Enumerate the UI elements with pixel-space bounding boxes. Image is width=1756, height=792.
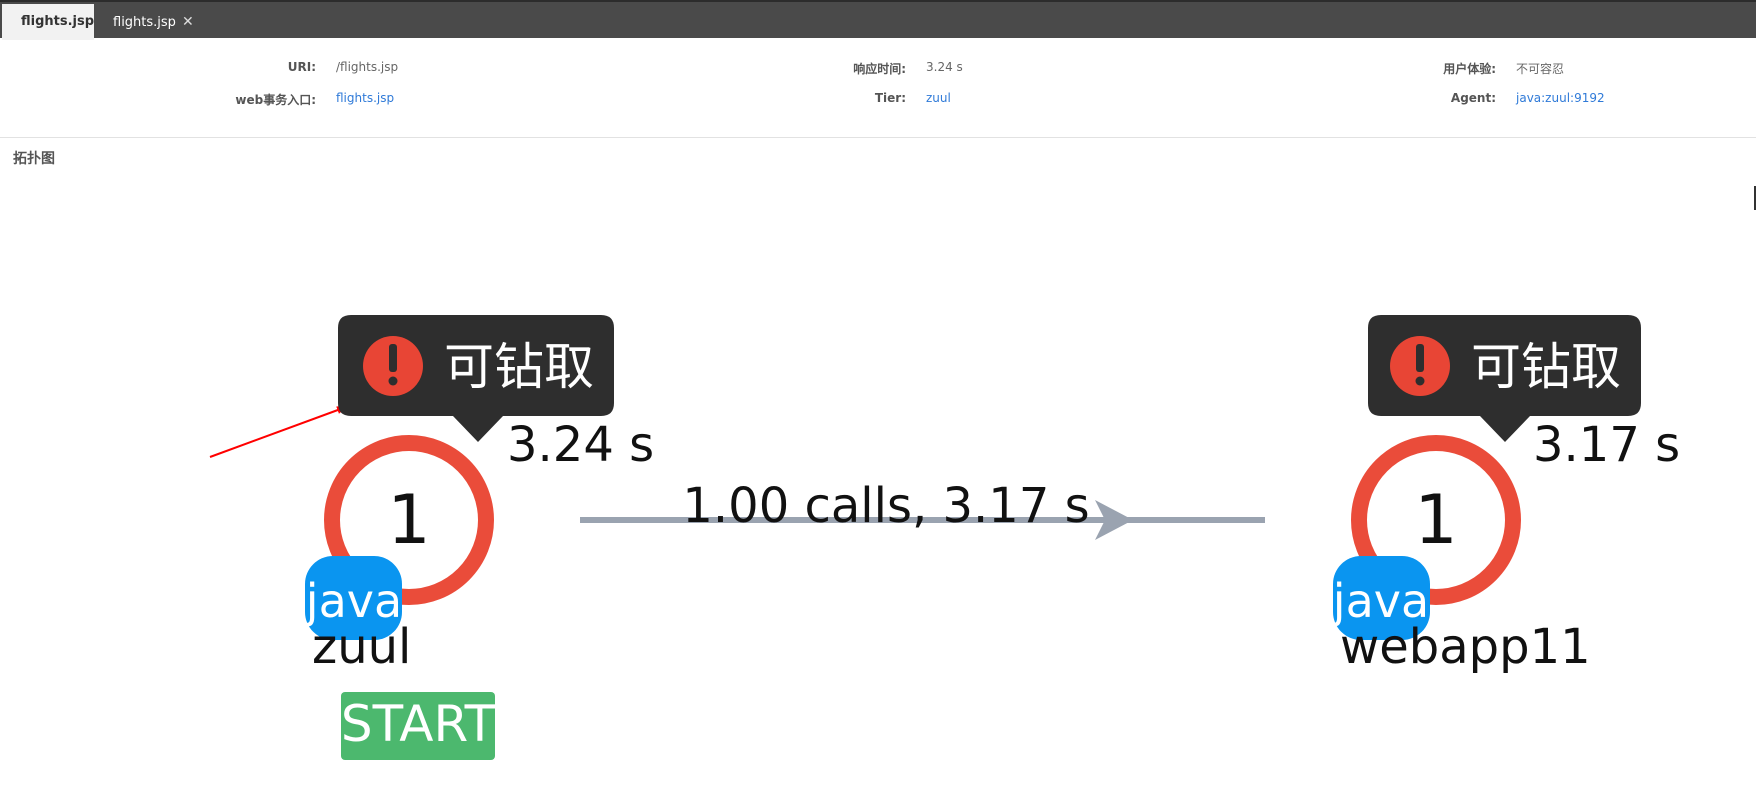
node-count: 1: [387, 481, 430, 560]
node-time: 3.24 s: [507, 417, 654, 473]
annotation-arrow: [209, 406, 347, 458]
tooltip-label: 可钻取: [1471, 338, 1621, 396]
node-count: 1: [1414, 481, 1457, 560]
call-edge[interactable]: 1.00 calls, 3.17 s: [580, 478, 1265, 540]
tooltip-label: 可钻取: [444, 338, 594, 396]
edge-label: 1.00 calls, 3.17 s: [682, 478, 1089, 534]
topology-diagram: 1.00 calls, 3.17 s 1 java zuul 3.24 s 可钻…: [209, 315, 1680, 760]
node-name: zuul: [312, 619, 411, 675]
start-label: START: [341, 695, 496, 753]
alert-icon: [1390, 336, 1450, 396]
node-time: 3.17 s: [1533, 417, 1680, 473]
node-zuul[interactable]: 1 java zuul 3.24 s: [305, 417, 654, 675]
alert-icon: [363, 336, 423, 396]
node-webapp11[interactable]: 1 java webapp11 3.17 s: [1332, 417, 1680, 675]
node-name: webapp11: [1340, 619, 1591, 675]
start-badge: START: [341, 692, 496, 760]
